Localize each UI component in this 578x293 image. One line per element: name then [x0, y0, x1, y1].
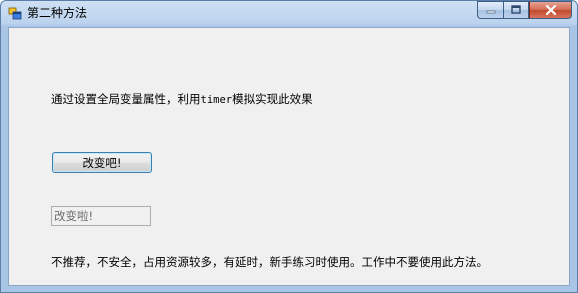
maximize-button[interactable] — [503, 1, 529, 19]
close-icon — [545, 5, 556, 15]
app-window-icon[interactable] — [8, 6, 22, 20]
app-window: 第二种方法 通过设置全局变量属性，利用timer模拟实现此效果 改变吧! 改变啦… — [0, 0, 578, 293]
form-client-area: 通过设置全局变量属性，利用timer模拟实现此效果 改变吧! 改变啦! 不推荐，… — [8, 27, 570, 286]
window-title: 第二种方法 — [27, 6, 88, 20]
close-button[interactable] — [529, 1, 572, 19]
description-label: 通过设置全局变量属性，利用timer模拟实现此效果 — [51, 92, 313, 107]
change-button[interactable]: 改变吧! — [52, 152, 152, 173]
result-textbox[interactable]: 改变啦! — [51, 206, 151, 226]
description-code: timer — [200, 94, 233, 106]
caption-buttons — [477, 1, 572, 20]
minimize-button[interactable] — [477, 1, 503, 19]
maximize-icon — [511, 5, 521, 14]
description-prefix: 通过设置全局变量属性，利用 — [51, 92, 201, 106]
title-bar[interactable]: 第二种方法 — [1, 1, 577, 26]
note-label: 不推荐，不安全，占用资源较多，有延时，新手练习时使用。工作中不要使用此方法。 — [51, 255, 488, 269]
description-suffix: 模拟实现此效果 — [232, 92, 313, 106]
minimize-icon — [486, 10, 495, 14]
